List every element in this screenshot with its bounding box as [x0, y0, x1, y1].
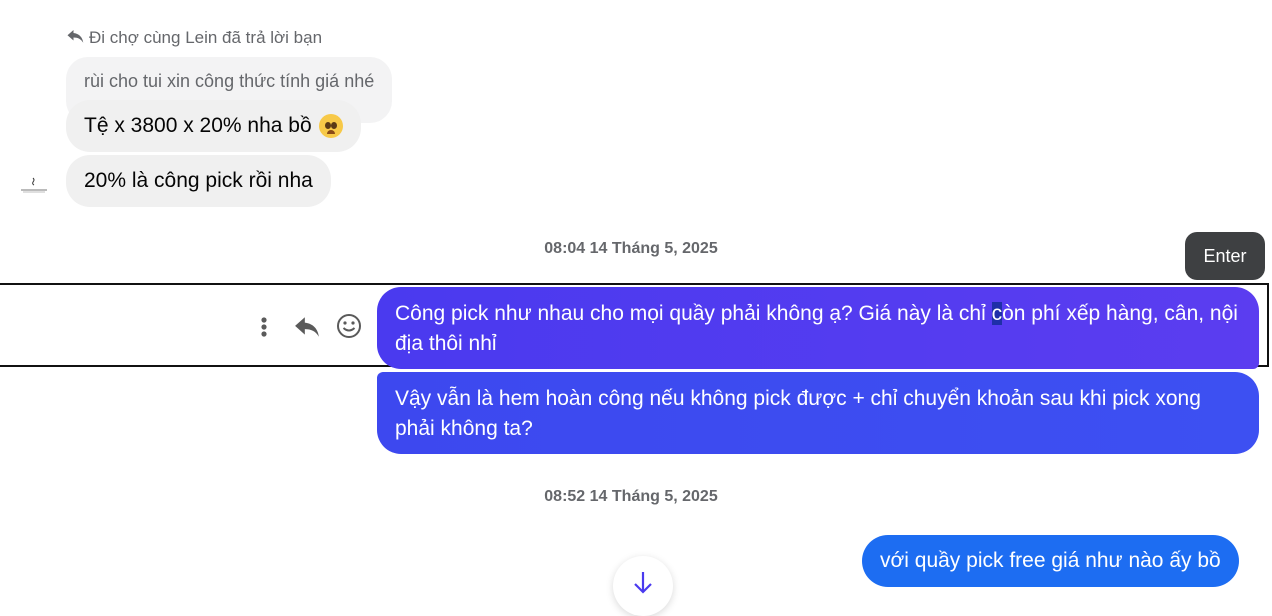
scroll-to-bottom-button[interactable]: [613, 556, 673, 616]
outgoing-message[interactable]: với quầy pick free giá như nào ấy bồ: [862, 535, 1239, 587]
reply-header-text: Đi chợ cùng Lein đã trả lời bạn: [89, 28, 323, 47]
outgoing-message[interactable]: Vậy vẫn là hem hoàn công nếu không pick …: [377, 372, 1259, 454]
message-text: với quầy pick free giá như nào ấy bồ: [880, 549, 1221, 572]
avatar[interactable]: [18, 175, 50, 197]
more-vertical-icon: [260, 316, 268, 343]
timestamp: 08:52 14 Tháng 5, 2025: [544, 488, 718, 505]
message-text-part: Công pick như nhau cho mọi quầy phải khô…: [395, 302, 992, 325]
reply-header: Đi chợ cùng Lein đã trả lời bạn: [66, 27, 322, 49]
message-text: Vậy vẫn là hem hoàn công nếu không pick …: [395, 387, 1201, 440]
timestamp: 08:04 14 Tháng 5, 2025: [544, 240, 718, 257]
react-button[interactable]: [335, 313, 363, 344]
outgoing-message[interactable]: Công pick như nhau cho mọi quầy phải khô…: [377, 287, 1259, 369]
incoming-message[interactable]: 20% là công pick rồi nha: [66, 155, 331, 207]
smiley-icon: [336, 313, 362, 344]
quoted-message-text: rùi cho tui xin công thức tính giá nhé: [84, 71, 375, 91]
reply-icon: [294, 316, 320, 343]
reply-button[interactable]: [292, 314, 322, 344]
more-options-button[interactable]: [254, 316, 274, 342]
text-caret-selection: c: [991, 302, 1003, 325]
incoming-message[interactable]: Tệ x 3800 x 20% nha bồ: [66, 100, 361, 152]
reply-icon: [66, 28, 84, 49]
pleading-face-emoji: [318, 114, 343, 138]
tooltip: Enter: [1185, 232, 1265, 280]
message-text: 20% là công pick rồi nha: [84, 169, 313, 192]
message-text: Tệ x 3800 x 20% nha bồ: [84, 114, 312, 137]
arrow-down-icon: [632, 570, 654, 601]
